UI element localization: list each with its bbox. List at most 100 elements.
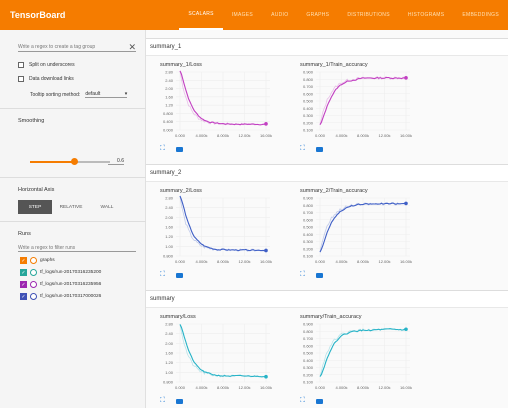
x-tick-label: 16.00k <box>260 385 272 390</box>
data-download-label: Data download links <box>29 76 74 82</box>
chart-card: summary_1/Train_accuracy 0.900 0.800 0.700… <box>292 60 412 160</box>
group-header-summary-1[interactable]: summary_1 <box>146 38 508 56</box>
runs-label: Runs <box>18 231 31 237</box>
x-tick-label: 0.000 <box>315 385 326 390</box>
x-tick-label: 4.000k <box>335 385 347 390</box>
split-underscores-option[interactable]: Split on underscores <box>18 62 75 68</box>
expand-icon[interactable]: ⛶ <box>300 397 306 404</box>
split-underscores-label: Split on underscores <box>29 62 75 68</box>
y-tick-label: 0.600 <box>303 217 314 222</box>
smoothing-slider-fill <box>30 161 74 163</box>
run-name: tf_logs/run-20170317000026 <box>40 294 102 299</box>
y-tick-label: 0.000 <box>163 128 174 133</box>
run-item[interactable]: ✓ tf_logs/run-20170316235956 <box>20 281 101 288</box>
expand-icon[interactable]: ⛶ <box>300 145 306 152</box>
y-tick-label: 0.400 <box>303 358 314 363</box>
x-tick-label: 16.00k <box>260 259 272 264</box>
expand-icon[interactable]: ⛶ <box>300 271 306 278</box>
y-tick-label: 0.400 <box>303 232 314 237</box>
run-color-icon[interactable] <box>30 293 37 300</box>
horizontal-axis-options: STEP RELATIVE WALL <box>18 200 124 214</box>
group-header-summary-2[interactable]: summary_2 <box>146 164 508 182</box>
expand-icon[interactable]: ⛶ <box>160 397 166 404</box>
y-tick-label: 1.60 <box>165 94 174 99</box>
data-table-icon[interactable] <box>316 272 323 278</box>
checkbox-checked-icon[interactable]: ✓ <box>20 269 27 276</box>
run-color-icon[interactable] <box>30 281 37 288</box>
x-tick-label: 16.00k <box>400 133 412 138</box>
divider <box>0 221 146 222</box>
runs-filter-input[interactable]: Write a regex to filter runs <box>18 245 136 252</box>
y-tick-label: 0.900 <box>303 196 314 201</box>
last-value-marker <box>404 201 408 206</box>
tab-scalars[interactable]: SCALARS <box>179 0 223 30</box>
data-table-icon[interactable] <box>316 398 323 404</box>
y-tick-label: 0.700 <box>303 210 314 215</box>
loss-chart[interactable]: 2.80 2.40 2.00 1.60 1.20 1.00 0.8000.000 4.000k… <box>152 194 277 274</box>
data-download-checkbox[interactable] <box>18 76 24 82</box>
x-tick-label: 4.000k <box>195 259 207 264</box>
run-color-icon[interactable] <box>30 257 37 264</box>
y-tick-label: 0.200 <box>303 120 314 125</box>
tab-embeddings[interactable]: EMBEDDINGS <box>453 0 508 30</box>
split-underscores-checkbox[interactable] <box>18 62 24 68</box>
accuracy-chart[interactable]: 0.900 0.800 0.700 0.600 0.500 0.400 0.300 0.200… <box>292 68 417 148</box>
y-tick-label: 1.20 <box>165 234 174 239</box>
tab-audio[interactable]: AUDIO <box>262 0 297 30</box>
run-name: tf_logs/run-20170316235956 <box>40 282 102 287</box>
y-tick-label: 0.800 <box>163 254 174 259</box>
y-tick-label: 2.00 <box>165 341 174 346</box>
run-name: tf_logs/run-20170316235200 <box>40 270 102 275</box>
run-color-icon[interactable] <box>30 269 37 276</box>
tag-regex-input[interactable]: Write a regex to create a tag group <box>18 44 124 50</box>
y-tick-label: 2.40 <box>165 78 174 83</box>
y-tick-label: 2.40 <box>165 205 174 210</box>
smoothing-slider-handle[interactable] <box>71 158 78 165</box>
data-table-icon[interactable] <box>176 146 183 152</box>
y-tick-label: 0.700 <box>303 336 314 341</box>
divider <box>0 177 146 178</box>
tooltip-sorting-select[interactable]: default ▾ <box>85 91 128 98</box>
axis-relative-button[interactable]: RELATIVE <box>54 200 88 214</box>
top-bar: TensorBoard SCALARS IMAGES AUDIO GRAPHS … <box>0 0 508 30</box>
loss-chart[interactable]: 2.80 2.40 2.00 1.60 1.20 1.00 0.8000.000 4.000k… <box>152 320 277 400</box>
axis-step-button[interactable]: STEP <box>18 200 52 214</box>
y-tick-label: 0.300 <box>303 365 314 370</box>
checkbox-checked-icon[interactable]: ✓ <box>20 281 27 288</box>
y-tick-label: 2.80 <box>165 322 174 327</box>
accuracy-chart[interactable]: 0.900 0.800 0.700 0.600 0.500 0.400 0.300 0.200… <box>292 194 417 274</box>
expand-icon[interactable]: ⛶ <box>160 145 166 152</box>
x-tick-label: 12.00k <box>378 259 390 264</box>
tab-images[interactable]: IMAGES <box>223 0 262 30</box>
tab-graphs[interactable]: GRAPHS <box>297 0 338 30</box>
run-item[interactable]: ✓ tf_logs/run-20170317000026 <box>20 293 101 300</box>
checkbox-checked-icon[interactable]: ✓ <box>20 257 27 264</box>
expand-icon[interactable]: ⛶ <box>160 271 166 278</box>
data-download-option[interactable]: Data download links <box>18 76 74 82</box>
smoothing-value-input[interactable]: 0.6 <box>108 158 124 165</box>
group-header-summary[interactable]: summary <box>146 290 508 308</box>
axis-wall-button[interactable]: WALL <box>90 200 124 214</box>
y-tick-label: 0.800 <box>163 111 174 116</box>
data-table-icon[interactable] <box>176 272 183 278</box>
run-name: graphs <box>40 258 55 263</box>
accuracy-chart[interactable]: 0.900 0.800 0.700 0.600 0.500 0.400 0.300 0.200… <box>292 320 417 400</box>
tooltip-sorting-label: Tooltip sorting method: <box>30 91 81 98</box>
tooltip-sorting-value: default <box>85 91 101 97</box>
y-tick-label: 0.900 <box>303 70 314 75</box>
smoothing-label: Smoothing <box>18 118 45 124</box>
tab-histograms[interactable]: HISTOGRAMS <box>399 0 454 30</box>
chart-card: summary_2/Loss 2.80 2.40 2.00 1.60 1.20 1.00 0… <box>152 186 272 286</box>
tag-regex-field[interactable]: Write a regex to create a tag group ✕ <box>18 42 136 53</box>
data-table-icon[interactable] <box>176 398 183 404</box>
data-table-icon[interactable] <box>316 146 323 152</box>
chart-card: summary_1/Loss 2.80 2.40 2.00 1.60 1.20 0.800… <box>152 60 272 160</box>
loss-chart[interactable]: 2.80 2.40 2.00 1.60 1.20 0.800 0.400 0.0000.000… <box>152 68 277 148</box>
run-item[interactable]: ✓ tf_logs/run-20170316235200 <box>20 269 101 276</box>
checkbox-checked-icon[interactable]: ✓ <box>20 293 27 300</box>
x-tick-label: 0.000 <box>315 259 326 264</box>
tab-distributions[interactable]: DISTRIBUTIONS <box>338 0 399 30</box>
close-icon[interactable]: ✕ <box>128 42 136 53</box>
y-tick-label: 0.900 <box>303 322 314 327</box>
run-item[interactable]: ✓ graphs <box>20 257 55 264</box>
